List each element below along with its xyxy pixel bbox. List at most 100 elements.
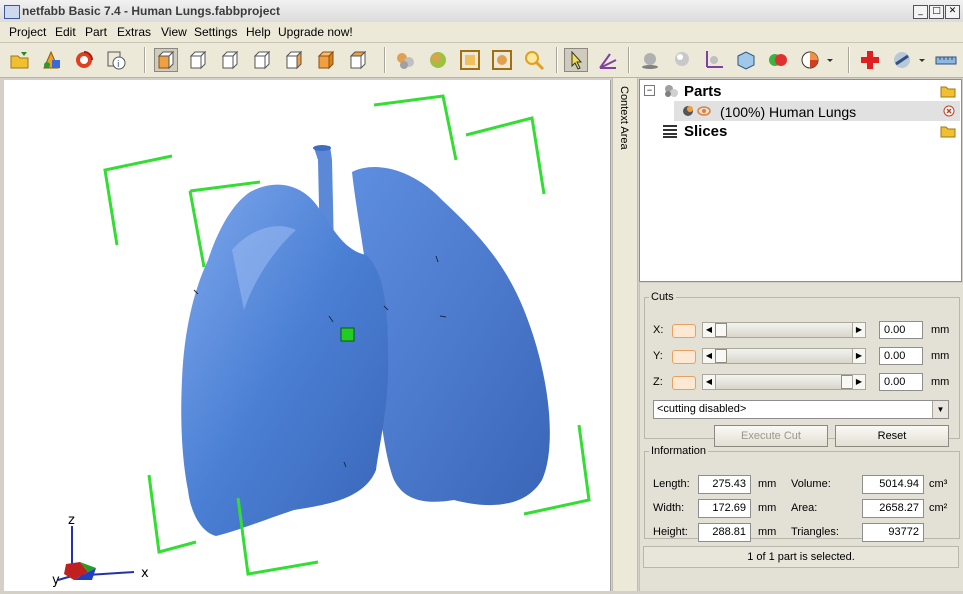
triangles-value: 93772: [862, 523, 924, 542]
maximize-button[interactable]: □: [929, 5, 944, 19]
cut-z-slider[interactable]: ◀ ▶: [702, 374, 866, 390]
cut-z-left-arrow[interactable]: ◀: [703, 375, 716, 389]
cut-x-slider[interactable]: ◀ ▶: [702, 322, 866, 338]
view-top-icon[interactable]: [314, 48, 338, 72]
menu-help[interactable]: Help: [246, 25, 271, 39]
area-value: 2658.27: [862, 499, 924, 518]
view-front-icon[interactable]: [186, 48, 210, 72]
cut-mode-select[interactable]: <cutting disabled> ▼: [653, 400, 949, 419]
selection-handle[interactable]: [340, 327, 355, 342]
zoom-parts-icon[interactable]: [490, 48, 514, 72]
cut-x-right-arrow[interactable]: ▶: [852, 323, 865, 337]
cut-x-color[interactable]: [672, 324, 696, 338]
minimize-button[interactable]: _: [913, 5, 928, 19]
volume-label: Volume:: [791, 478, 831, 490]
length-value: 275.43: [698, 475, 751, 494]
boolean-icon[interactable]: [766, 48, 790, 72]
add-icon[interactable]: [858, 48, 882, 72]
menu-project[interactable]: Project: [9, 25, 46, 39]
cuts-group: Cuts X: ◀ ▶ 0.00 mm Y: ◀ ▶ 0.00 mm Z: ◀ …: [644, 291, 960, 447]
axes-icon[interactable]: [702, 48, 726, 72]
part-status-icon: [682, 104, 712, 121]
cut-y-input[interactable]: 0.00: [879, 347, 923, 365]
context-area-tab[interactable]: Context Area: [612, 78, 638, 591]
axis-y-label: y: [52, 573, 60, 588]
render-dropdown-icon[interactable]: [916, 48, 928, 72]
3d-viewport[interactable]: z x y: [4, 80, 611, 591]
information-legend: Information: [651, 445, 707, 457]
view-right-icon[interactable]: [282, 48, 306, 72]
app-icon: [4, 5, 20, 19]
cut-mode-value: <cutting disabled>: [657, 403, 747, 415]
cut-z-color[interactable]: [672, 376, 696, 390]
execute-cut-button[interactable]: Execute Cut: [714, 425, 828, 447]
repair-icon[interactable]: [72, 48, 96, 72]
axis-gizmo: z x y: [52, 513, 149, 588]
lungs-model[interactable]: [181, 145, 550, 536]
parts-group-icon: [663, 83, 679, 102]
menu-upgrade[interactable]: Upgrade now!: [278, 25, 353, 39]
height-label: Height:: [653, 526, 688, 538]
pie-icon[interactable]: [798, 48, 822, 72]
add-part-icon[interactable]: [40, 48, 64, 72]
cut-x-thumb[interactable]: [715, 323, 727, 337]
menu-settings[interactable]: Settings: [194, 25, 237, 39]
ruler-icon[interactable]: [934, 48, 958, 72]
slices-folder-icon[interactable]: [940, 124, 956, 141]
view-back-icon[interactable]: [218, 48, 242, 72]
cuts-legend: Cuts: [651, 291, 674, 303]
view-left-icon[interactable]: [250, 48, 274, 72]
parts-label[interactable]: Parts: [684, 83, 722, 100]
width-value: 172.69: [698, 499, 751, 518]
cut-y-thumb[interactable]: [715, 349, 727, 363]
parts-folder-icon[interactable]: [940, 84, 956, 101]
cut-z-right-arrow[interactable]: ▶: [852, 375, 865, 389]
cut-y-slider[interactable]: ◀ ▶: [702, 348, 866, 364]
collapse-icon[interactable]: −: [644, 85, 655, 96]
axis-x-label: x: [141, 566, 149, 581]
cut-x-label: X:: [653, 324, 664, 336]
cut-y-color[interactable]: [672, 350, 696, 364]
slices-icon: [662, 124, 678, 141]
render-icon[interactable]: [890, 48, 914, 72]
zoom-selection-icon[interactable]: [458, 48, 482, 72]
menu-view[interactable]: View: [161, 25, 187, 39]
cut-y-label: Y:: [653, 350, 663, 362]
select-icon[interactable]: [564, 48, 588, 72]
information-group: Information Length: 275.43 mm Volume: 50…: [644, 445, 960, 542]
view-default-icon[interactable]: [154, 48, 178, 72]
ambient-icon[interactable]: [638, 48, 662, 72]
selection-status: 1 of 1 part is selected.: [643, 546, 959, 568]
menu-edit[interactable]: Edit: [55, 25, 76, 39]
reset-button[interactable]: Reset: [835, 425, 949, 447]
context-area-label: Context Area: [618, 86, 630, 150]
move-icon[interactable]: [596, 48, 620, 72]
height-unit: mm: [758, 526, 777, 538]
volume-unit: cm³: [929, 478, 948, 490]
pie-dropdown-icon[interactable]: [824, 48, 836, 72]
svg-text:i: i: [117, 60, 120, 70]
open-icon[interactable]: [8, 48, 32, 72]
part-name[interactable]: (100%) Human Lungs: [720, 104, 856, 120]
chevron-down-icon[interactable]: ▼: [932, 401, 948, 418]
show-mesh-icon[interactable]: [426, 48, 450, 72]
length-unit: mm: [758, 478, 777, 490]
close-button[interactable]: ✕: [945, 5, 960, 19]
slices-label[interactable]: Slices: [684, 123, 727, 140]
show-parts-icon[interactable]: [394, 48, 418, 72]
view-bottom-icon[interactable]: [346, 48, 370, 72]
cut-z-input[interactable]: 0.00: [879, 373, 923, 391]
part-info-icon[interactable]: i: [104, 48, 128, 72]
menu-part[interactable]: Part: [85, 25, 107, 39]
cube-icon[interactable]: [734, 48, 758, 72]
parts-tree[interactable]: − Parts (100%) Human Lungs Slices: [639, 79, 962, 282]
cut-y-right-arrow[interactable]: ▶: [852, 349, 865, 363]
remove-part-icon[interactable]: [942, 104, 956, 121]
cut-x-input[interactable]: 0.00: [879, 321, 923, 339]
cut-x-unit: mm: [931, 324, 950, 336]
zoom-icon[interactable]: [522, 48, 546, 72]
triangles-label: Triangles:: [791, 526, 839, 538]
window-title: netfabb Basic 7.4 - Human Lungs.fabbproj…: [22, 4, 281, 18]
menu-extras[interactable]: Extras: [117, 25, 151, 39]
lighting-icon[interactable]: [670, 48, 694, 72]
